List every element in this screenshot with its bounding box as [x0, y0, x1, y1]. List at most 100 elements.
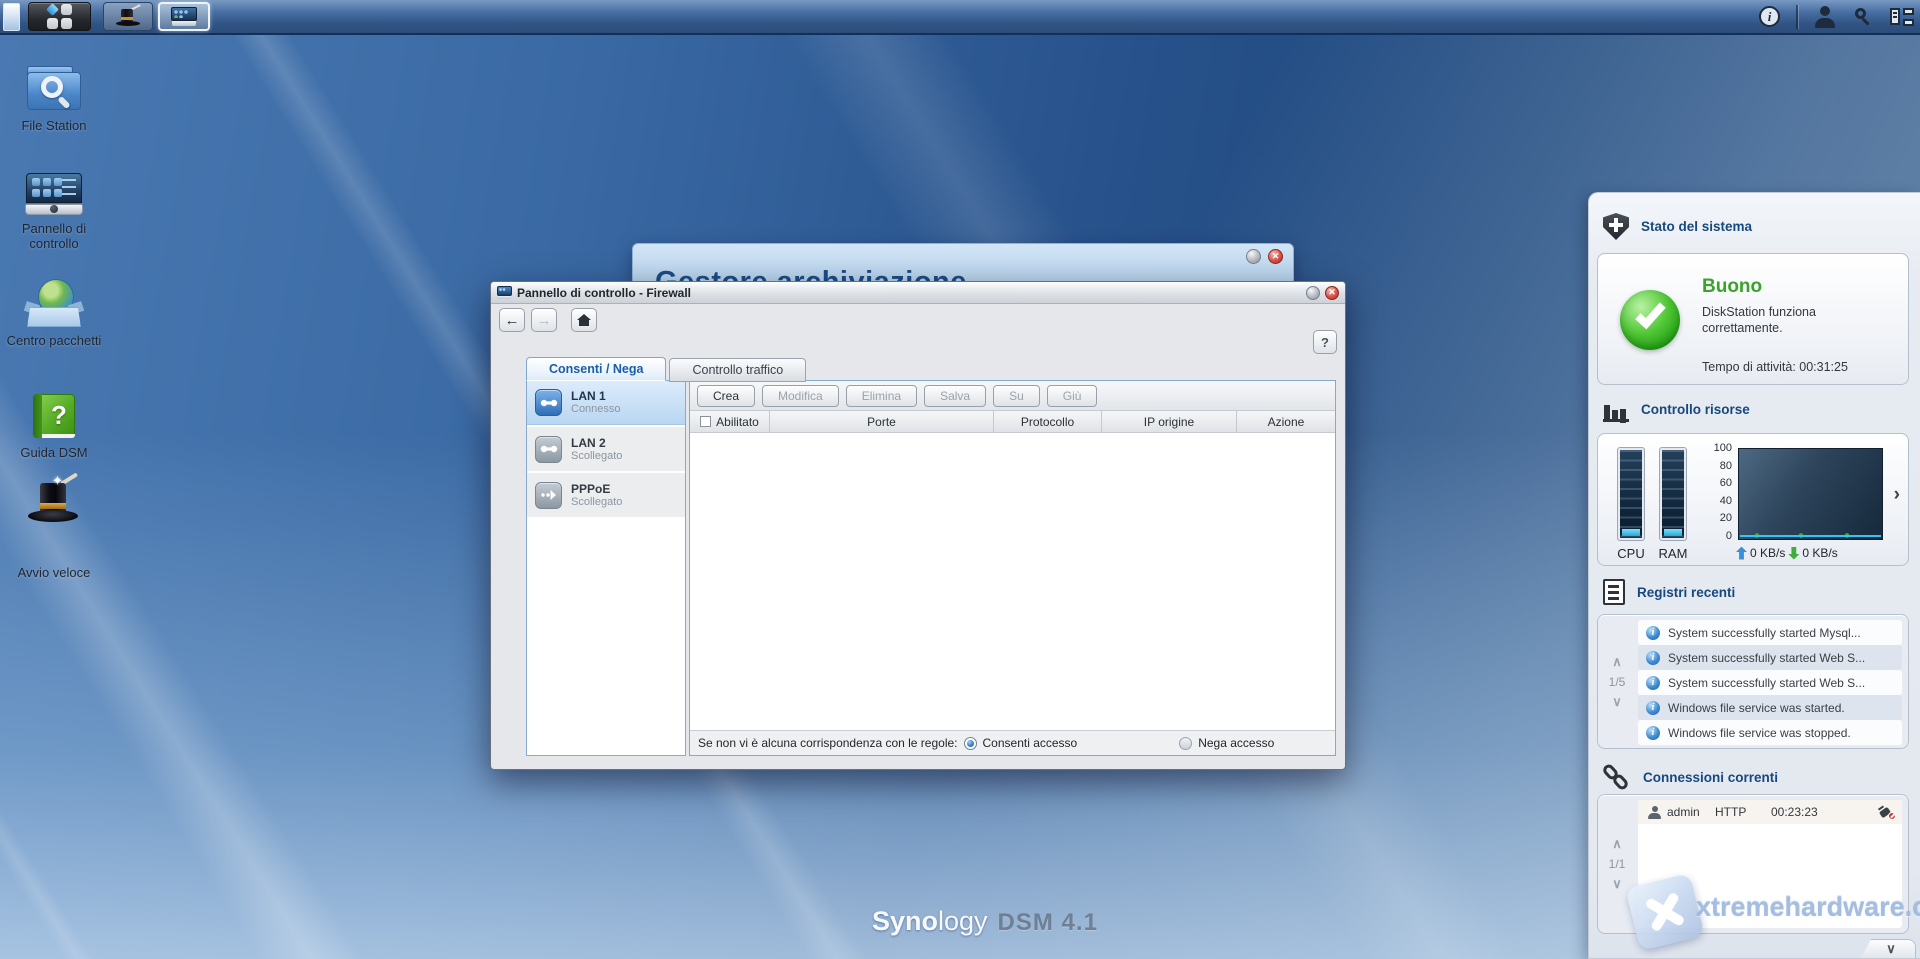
panel-collapse-tab[interactable]: ∨ [1860, 939, 1916, 958]
allow-access-radio[interactable] [963, 736, 977, 750]
recent-logs-card: ∧ 1/5 ∨ i System successfully started My… [1597, 614, 1909, 749]
status-level: Buono [1702, 276, 1763, 297]
default-policy-label: Se non vi è alcuna corrispondenza con le… [698, 736, 958, 750]
user-icon[interactable] [1814, 5, 1836, 28]
status-message: DiskStation funziona correttamente. [1702, 305, 1816, 335]
shield-icon [1603, 213, 1629, 240]
firewall-content: LAN 1 Connesso LAN 2 Scollegato PPPoE Sc… [526, 380, 1336, 756]
log-row[interactable]: i Windows file service was stopped. [1638, 720, 1902, 745]
window-titlebar[interactable]: Pannello di controllo - Firewall [491, 282, 1345, 304]
rules-panel: Crea Modifica Elimina Salva Su Giù Abili… [689, 380, 1336, 756]
desktop-icon-label: Pannello di controllo [21, 221, 87, 251]
tab-allow-deny[interactable]: Consenti / Nega [526, 357, 667, 381]
minimize-button[interactable] [1246, 249, 1261, 264]
logs-pager: ∧ 1/5 ∨ [1598, 615, 1636, 748]
page-down-icon[interactable]: ∨ [1612, 877, 1622, 890]
desktop-icon-label: Avvio veloce [17, 565, 91, 580]
log-row[interactable]: i System successfully started Mysql... [1638, 620, 1902, 645]
select-all-checkbox[interactable] [700, 416, 712, 427]
rules-toolbar: Crea Modifica Elimina Salva Su Giù [690, 381, 1335, 411]
column-protocol[interactable]: Protocollo [994, 411, 1102, 432]
column-action[interactable]: Azione [1237, 411, 1335, 432]
search-icon[interactable] [1852, 6, 1874, 28]
storage-manager-window[interactable]: Gestore archiviazione [632, 243, 1294, 285]
section-title: Stato del sistema [1641, 219, 1753, 234]
column-source-ip[interactable]: IP origine [1102, 411, 1237, 432]
page-down-icon[interactable]: ∨ [1612, 695, 1622, 708]
download-arrow-icon [1788, 546, 1800, 560]
interface-item-lan1[interactable]: LAN 1 Connesso [527, 381, 685, 425]
section-title: Controllo risorse [1641, 402, 1750, 417]
synology-logo: Synology [872, 906, 988, 936]
desktop-icon-dsm-help[interactable]: ? Guida DSM [0, 393, 108, 460]
edit-button[interactable]: Modifica [762, 384, 839, 407]
rules-table-body[interactable] [690, 433, 1335, 730]
interface-item-pppoe[interactable]: PPPoE Scollegato [527, 473, 685, 517]
connection-row[interactable]: admin HTTP 00:23:23 [1638, 800, 1902, 824]
info-icon: i [1646, 625, 1660, 640]
connection-protocol: HTTP [1715, 805, 1747, 819]
upload-rate: 0 KB/s [1750, 546, 1786, 560]
control-panel-task-button[interactable] [158, 2, 210, 31]
control-panel-desktop-icon [25, 173, 83, 215]
connection-time: 00:23:23 [1771, 805, 1818, 819]
tab-traffic-control[interactable]: Controllo traffico [669, 358, 807, 382]
back-button[interactable]: ← [499, 308, 525, 332]
lan-icon [535, 435, 562, 463]
forward-button[interactable]: → [531, 308, 557, 332]
save-button[interactable]: Salva [924, 384, 987, 407]
minimize-button[interactable] [1306, 285, 1320, 300]
open-resource-monitor-chevron[interactable]: › [1894, 484, 1900, 506]
home-button[interactable] [571, 308, 597, 332]
page-indicator: 1/1 [1608, 857, 1626, 871]
column-enabled[interactable]: Abilitato [690, 411, 770, 432]
close-button[interactable] [1268, 249, 1283, 264]
taskbar: i [0, 0, 1920, 35]
download-rate: 0 KB/s [1802, 546, 1838, 560]
user-icon [1648, 805, 1661, 819]
connections-card: ∧ 1/1 ∨ admin HTTP 00:23:23 [1597, 794, 1909, 934]
network-chart-y-axis: 100 80 60 40 20 0 [1713, 442, 1732, 542]
delete-button[interactable]: Elimina [845, 384, 918, 407]
desktop-icon-file-station[interactable]: File Station [0, 64, 108, 133]
quick-launch-task-button[interactable] [103, 2, 153, 31]
connections-pager: ∧ 1/1 ∨ [1598, 795, 1636, 933]
page-indicator: 1/5 [1608, 674, 1626, 689]
bar-chart-icon [1603, 397, 1629, 422]
deny-access-radio[interactable] [1179, 736, 1193, 750]
create-button[interactable]: Crea [697, 384, 756, 407]
ram-meter [1660, 448, 1686, 540]
interface-status: Connesso [571, 403, 621, 415]
desktop-icon-label: Guida DSM [20, 445, 88, 460]
tab-strip: Consenti / Nega Controllo traffico [526, 357, 807, 382]
info-icon[interactable]: i [1759, 6, 1780, 27]
log-row[interactable]: i Windows file service was started. [1638, 695, 1902, 720]
resource-monitor-header: Controllo risorse [1603, 397, 1750, 422]
pilot-view-icon[interactable] [1890, 7, 1914, 27]
show-desktop-button[interactable] [3, 3, 20, 31]
disconnect-icon[interactable] [1877, 804, 1896, 820]
interface-name: PPPoE [571, 481, 611, 496]
log-row[interactable]: i System successfully started Web S... [1638, 645, 1902, 670]
interface-name: LAN 1 [571, 389, 606, 403]
log-row[interactable]: i System successfully started Web S... [1638, 670, 1902, 695]
cpu-label: CPU [1617, 546, 1645, 561]
page-up-icon[interactable]: ∧ [1612, 837, 1622, 850]
column-ports[interactable]: Porte [770, 411, 994, 432]
main-menu-button[interactable] [28, 2, 91, 31]
chevron-down-icon: ∨ [1886, 941, 1896, 956]
section-title: Registri recenti [1637, 584, 1736, 600]
move-up-button[interactable]: Su [993, 384, 1040, 407]
interface-item-lan2[interactable]: LAN 2 Scollegato [527, 427, 685, 471]
log-rows: i System successfully started Mysql... i… [1638, 620, 1902, 745]
move-down-button[interactable]: Giù [1046, 384, 1098, 407]
desktop-icon-quick-start[interactable]: ✦ Avvio veloce [0, 472, 108, 580]
page-up-icon[interactable]: ∧ [1612, 655, 1622, 668]
desktop-icon-control-panel[interactable]: Pannello di controllo [0, 173, 108, 251]
help-button[interactable]: ? [1313, 330, 1337, 354]
desktop-icon-package-center[interactable]: Centro pacchetti [0, 279, 108, 348]
control-panel-window-icon [497, 286, 512, 299]
window-title: Pannello di controllo - Firewall [517, 285, 692, 300]
close-button[interactable] [1325, 285, 1339, 300]
connection-user: admin [1667, 805, 1700, 819]
